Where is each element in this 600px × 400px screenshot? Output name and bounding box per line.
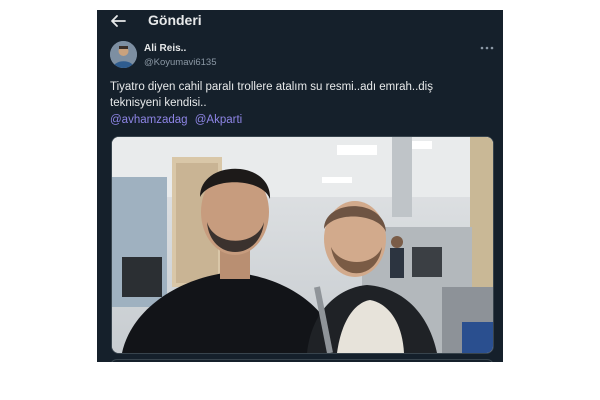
tweet-detail-panel: Gönderi Ali Reis.. @Koyumavi6135 Tiyatro… — [97, 10, 503, 362]
mention-link[interactable]: @avhamzadag — [110, 114, 188, 126]
photo-illustration — [112, 137, 493, 353]
tweet-text-line: Tiyatro diyen cahil paralı trollere atal… — [110, 81, 433, 93]
mentions: @avhamzadag @Akparti — [110, 112, 242, 128]
next-card-edge — [110, 359, 494, 362]
tweet-photo[interactable] — [111, 136, 494, 354]
avatar[interactable] — [110, 41, 137, 68]
tweet-text: Tiyatro diyen cahil paralı trollere atal… — [110, 79, 490, 111]
author-handle[interactable]: @Koyumavi6135 — [144, 57, 217, 68]
arrow-left-icon[interactable] — [109, 13, 127, 29]
author-display-name[interactable]: Ali Reis.. — [144, 43, 186, 54]
mention-link[interactable]: @Akparti — [195, 114, 242, 126]
top-bar: Gönderi — [97, 10, 503, 32]
page-title: Gönderi — [148, 12, 202, 28]
tweet-text-line: teknisyeni kendisi.. — [110, 97, 207, 109]
more-horizontal-icon[interactable] — [480, 44, 494, 52]
